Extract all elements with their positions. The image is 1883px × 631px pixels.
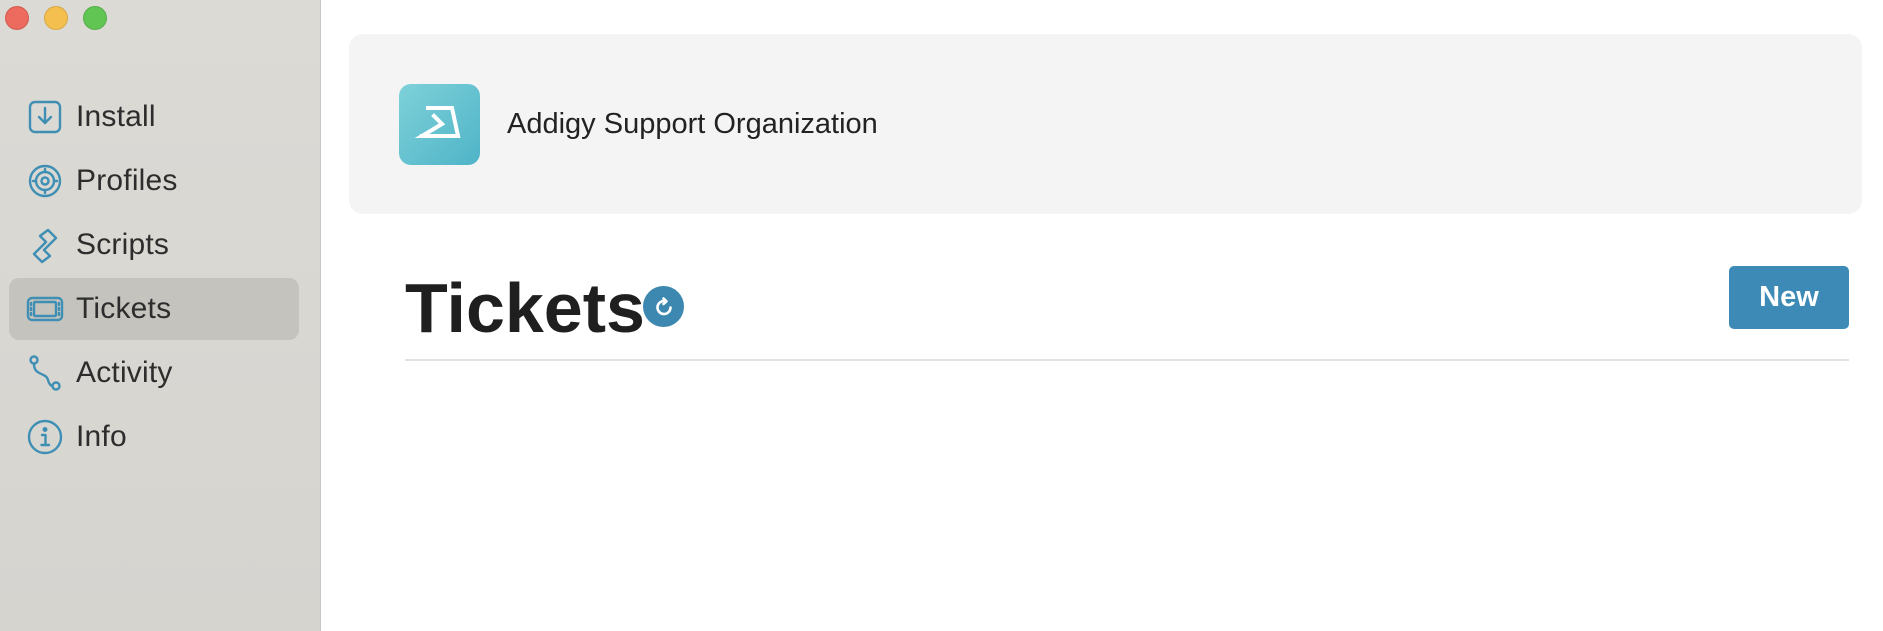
organization-card: Addigy Support Organization [349,34,1862,214]
sidebar-item-tickets[interactable]: Tickets [9,278,299,340]
sidebar-item-label: Activity [76,356,173,389]
sidebar-item-info[interactable]: Info [9,406,299,468]
app-window: Install Profiles Scripts Tickets Activit… [0,0,1883,631]
refresh-button[interactable] [643,286,684,327]
sidebar-item-scripts[interactable]: Scripts [9,214,299,276]
sidebar-item-label: Info [76,420,127,453]
sidebar-item-activity[interactable]: Activity [9,342,299,404]
main-content: Addigy Support Organization Tickets New [321,0,1883,631]
close-window-button[interactable] [5,6,29,30]
page-title: Tickets [405,269,645,347]
sidebar-item-label: Tickets [76,292,172,325]
activity-icon [26,354,64,392]
script-icon [26,226,64,264]
sidebar-nav: Install Profiles Scripts Tickets Activit… [9,86,299,470]
window-controls [5,6,107,30]
download-icon [26,98,64,136]
sidebar-item-label: Scripts [76,228,170,261]
sidebar-item-profiles[interactable]: Profiles [9,150,299,212]
organization-name: Addigy Support Organization [507,107,878,140]
refresh-icon [652,295,676,319]
sidebar-item-label: Install [76,100,156,133]
new-ticket-button[interactable]: New [1729,266,1849,329]
sidebar-item-label: Profiles [76,164,178,197]
ticket-icon [26,290,64,328]
gear-icon [26,162,64,200]
minimize-window-button[interactable] [44,6,68,30]
info-icon [26,418,64,456]
tickets-header: Tickets New [405,266,1849,361]
sidebar: Install Profiles Scripts Tickets Activit… [0,0,321,631]
sidebar-item-install[interactable]: Install [9,86,299,148]
addigy-logo-icon [399,83,480,165]
zoom-window-button[interactable] [83,6,107,30]
